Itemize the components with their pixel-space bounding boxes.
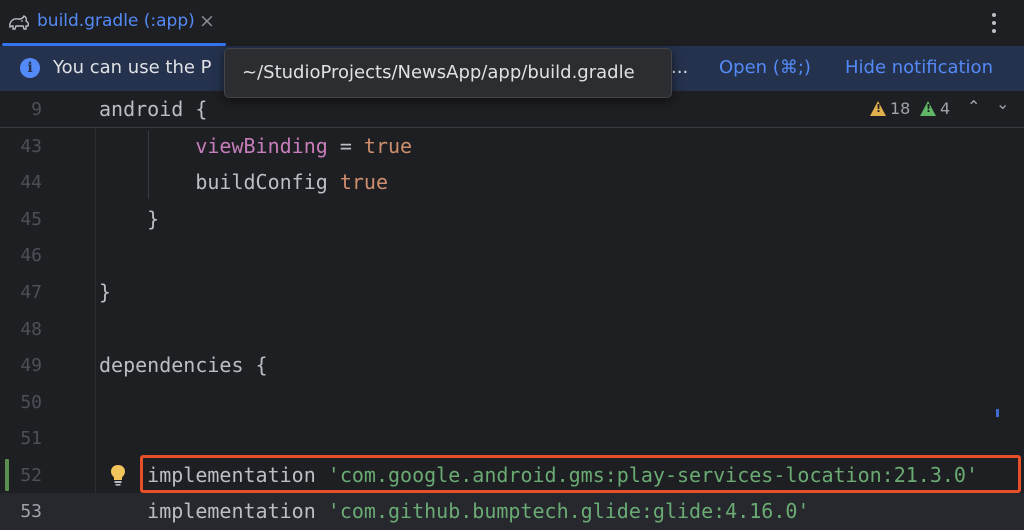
code-line[interactable]: 44 buildConfig true	[0, 164, 1024, 200]
notification-ellipsis: ...	[671, 57, 689, 78]
code-line[interactable]: 45 }	[0, 201, 1024, 237]
line-number: 45	[20, 209, 42, 230]
line-number: 46	[20, 245, 42, 266]
weak-warnings-indicator[interactable]: 4	[920, 99, 950, 118]
code-text: viewBinding = true	[195, 134, 413, 158]
code-line-current[interactable]: 53 implementation 'com.github.bumptech.g…	[0, 493, 1024, 530]
close-tab-icon[interactable]: ×	[199, 10, 215, 32]
line-number: 49	[20, 355, 42, 376]
line-number: 52	[20, 465, 42, 486]
notification-text: You can use the P	[53, 57, 212, 78]
tab-build-gradle[interactable]: build.gradle (:app) ×	[0, 0, 226, 46]
code-text: }	[99, 207, 160, 231]
weak-warning-icon	[920, 101, 936, 116]
warnings-indicator[interactable]: 18	[870, 99, 910, 118]
tab-label: build.gradle (:app)	[37, 11, 195, 31]
more-options-icon[interactable]	[984, 10, 1004, 36]
weak-warnings-count: 4	[940, 99, 951, 118]
code-line[interactable]: 48	[0, 311, 1024, 347]
code-editor[interactable]: 9 android { 18 4 ⌃ ⌄ 43 viewBinding = tr…	[0, 91, 1024, 530]
next-highlight-icon[interactable]: ⌄	[996, 94, 1009, 113]
info-icon: i	[20, 58, 40, 78]
line-number: 9	[31, 99, 42, 120]
line-number: 53	[20, 501, 42, 522]
scrollbar-marker	[996, 409, 999, 417]
line-number: 43	[20, 136, 42, 157]
line-number: 47	[20, 282, 42, 303]
code-line[interactable]: 43 viewBinding = true	[0, 128, 1024, 164]
open-link[interactable]: Open (⌘;)	[719, 57, 811, 78]
highlight-annotation-box	[140, 455, 1021, 493]
hide-notification-link[interactable]: Hide notification	[845, 57, 993, 78]
sticky-code: android {	[99, 97, 208, 121]
code-line[interactable]: 49 dependencies {	[0, 347, 1024, 383]
line-number: 44	[20, 172, 42, 193]
code-text: }	[99, 280, 112, 304]
editor-tab-bar: build.gradle (:app) ×	[0, 0, 1024, 46]
code-text: buildConfig true	[195, 170, 388, 194]
previous-highlight-icon[interactable]: ⌃	[967, 97, 980, 116]
code-text: dependencies {	[99, 353, 268, 377]
file-path-text: ~/StudioProjects/NewsApp/app/build.gradl…	[242, 62, 635, 83]
code-line[interactable]: 46	[0, 237, 1024, 273]
warning-icon	[870, 101, 886, 116]
line-number: 50	[20, 392, 42, 413]
code-line[interactable]: 51	[0, 420, 1024, 456]
code-text: implementation 'com.github.bumptech.glid…	[147, 499, 810, 523]
warnings-count: 18	[890, 99, 911, 118]
file-path-tooltip: ~/StudioProjects/NewsApp/app/build.gradl…	[224, 48, 672, 98]
code-line[interactable]: 47 }	[0, 274, 1024, 310]
gradle-elephant-icon	[9, 15, 30, 30]
code-line[interactable]: 50	[0, 384, 1024, 420]
line-number: 48	[20, 319, 42, 340]
line-number: 51	[20, 428, 42, 449]
